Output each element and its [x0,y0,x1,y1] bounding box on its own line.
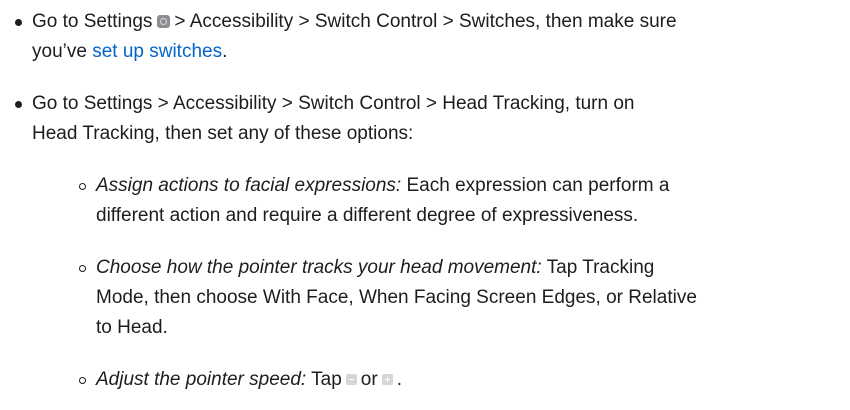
option-2-line-3: to Head. [96,314,168,342]
step-1-line-2-prefix: you’ve [32,41,93,62]
option-2-line-3-text: to Head. [96,317,168,338]
sub-bullet-2 [79,265,86,272]
option-2-rest: Tap Tracking [541,257,655,278]
option-1-line-2-text: different action and require a different… [96,205,639,226]
sub-bullet-3 [79,377,86,384]
option-2-line-1: Choose how the pointer tracks your head … [96,254,654,282]
step-1-line-2: you’ve set up switches. [32,38,227,66]
option-3-end: . [396,369,402,390]
option-1-line-2: different action and require a different… [96,202,638,230]
option-3-tap: Tap [306,369,342,390]
bullet-2 [15,101,22,108]
step-1-line-2-suffix: . [222,41,228,62]
step-2-line-1-text: Go to Settings > Accessibility > Switch … [32,93,635,114]
settings-gear-icon [157,15,171,28]
option-1-title: Assign actions to facial expressions: [96,175,402,196]
sub-bullet-1 [79,183,86,190]
step-1-prefix: Go to Settings [32,11,153,32]
option-1-line-1: Assign actions to facial expressions: Ea… [96,172,669,200]
bullet-1 [15,19,22,26]
option-3-title: Adjust the pointer speed: [96,369,307,390]
step-1-path: > Accessibility > Switch Control > Switc… [174,11,677,32]
step-2-line-2: Head Tracking, then set any of these opt… [32,120,413,148]
minus-icon [345,374,357,385]
instruction-document: Go to Settings > Accessibility > Switch C… [0,0,850,410]
option-2-title: Choose how the pointer tracks your head … [96,257,542,278]
step-2-line-1: Go to Settings > Accessibility > Switch … [32,90,635,118]
option-2-line-2-text: Mode, then choose With Face, When Facing… [96,287,697,308]
option-3-or: or [360,369,378,390]
step-1-line-1: Go to Settings > Accessibility > Switch C… [32,8,677,36]
option-2-line-2: Mode, then choose With Face, When Facing… [96,284,697,312]
set-up-switches-link[interactable]: set up switches [92,41,222,62]
step-2-line-2-text: Head Tracking, then set any of these opt… [32,123,414,144]
plus-icon [381,374,393,385]
option-1-rest: Each expression can perform a [401,175,670,196]
option-3-line-1: Adjust the pointer speed: Tap or. [96,366,402,394]
